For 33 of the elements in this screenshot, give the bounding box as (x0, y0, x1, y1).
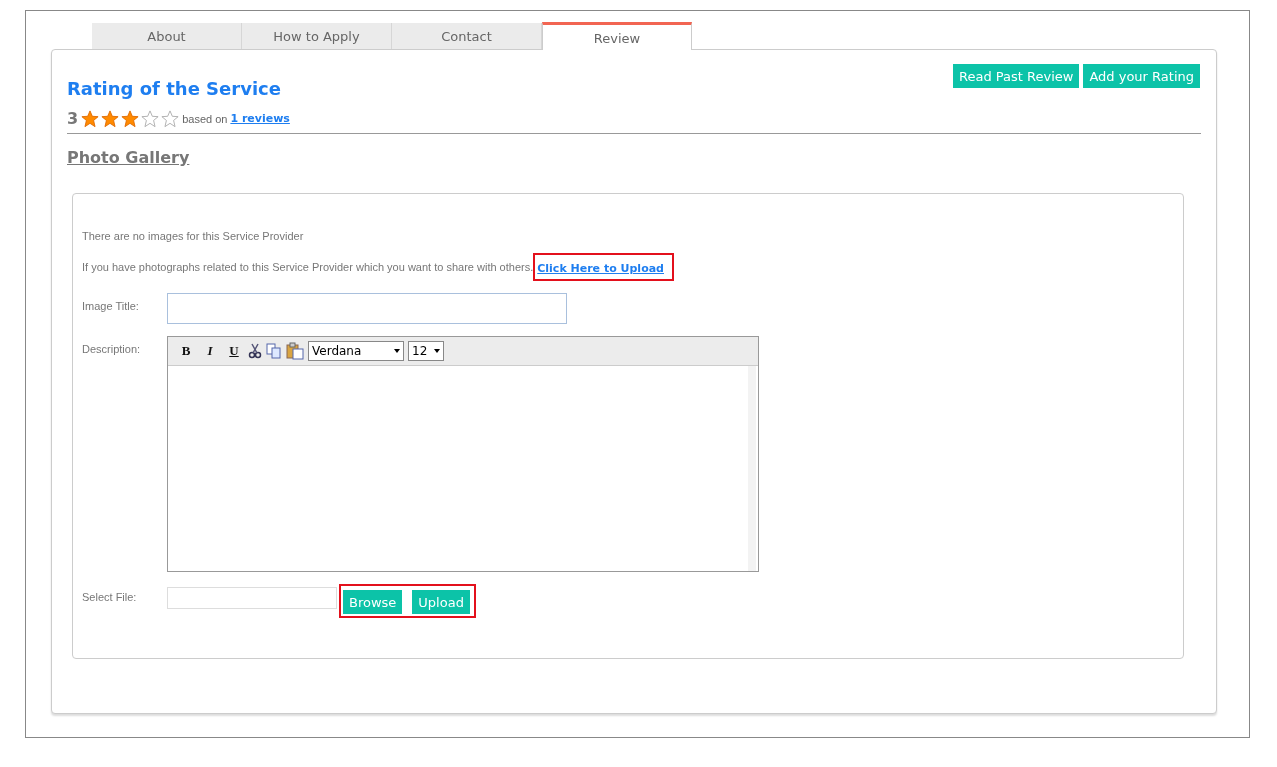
field-label: Image Title: (82, 299, 140, 314)
rich-text-editor[interactable]: B I U Verdana 12 (167, 336, 759, 572)
dropdown-caret-icon (394, 349, 400, 353)
star-icon (81, 109, 100, 128)
rating-score: 3 (67, 109, 79, 128)
gallery-heading: Photo Gallery (67, 148, 190, 167)
italic-button[interactable]: I (200, 343, 220, 359)
cut-icon[interactable] (248, 343, 262, 359)
based-on-text: based on (182, 112, 228, 125)
empty-message: There are no images for this Service Provider (82, 230, 305, 242)
tab[interactable]: Review (542, 22, 692, 50)
dropdown-caret-icon (434, 349, 440, 353)
font-dropdown[interactable]: Verdana (308, 341, 404, 361)
star-icon (121, 109, 140, 128)
file-path-field[interactable] (167, 587, 337, 609)
tab[interactable]: About (92, 23, 242, 49)
image-title-field[interactable] (167, 293, 567, 324)
tab[interactable]: Contact (392, 23, 542, 49)
field-label: Description: (82, 342, 142, 357)
star-icon (141, 109, 160, 128)
star-icon (101, 109, 120, 128)
paste-icon[interactable] (286, 342, 304, 360)
tab[interactable]: How to Apply (242, 23, 392, 49)
upload-prompt: If you have photographs related to this Service Provider which you want to share with others. (82, 261, 534, 273)
bold-button[interactable]: B (176, 343, 196, 359)
field-label: Select File: (82, 590, 138, 605)
reviews-link[interactable]: 1 reviews (230, 112, 290, 125)
upload-link[interactable]: Click Here to Upload (537, 262, 664, 275)
section-title: Rating of the Service (67, 78, 281, 99)
size-dropdown[interactable]: 12 (408, 341, 444, 361)
star-icon (161, 109, 180, 128)
underline-button[interactable]: U (224, 343, 244, 359)
scrollbar-track[interactable] (748, 366, 756, 571)
